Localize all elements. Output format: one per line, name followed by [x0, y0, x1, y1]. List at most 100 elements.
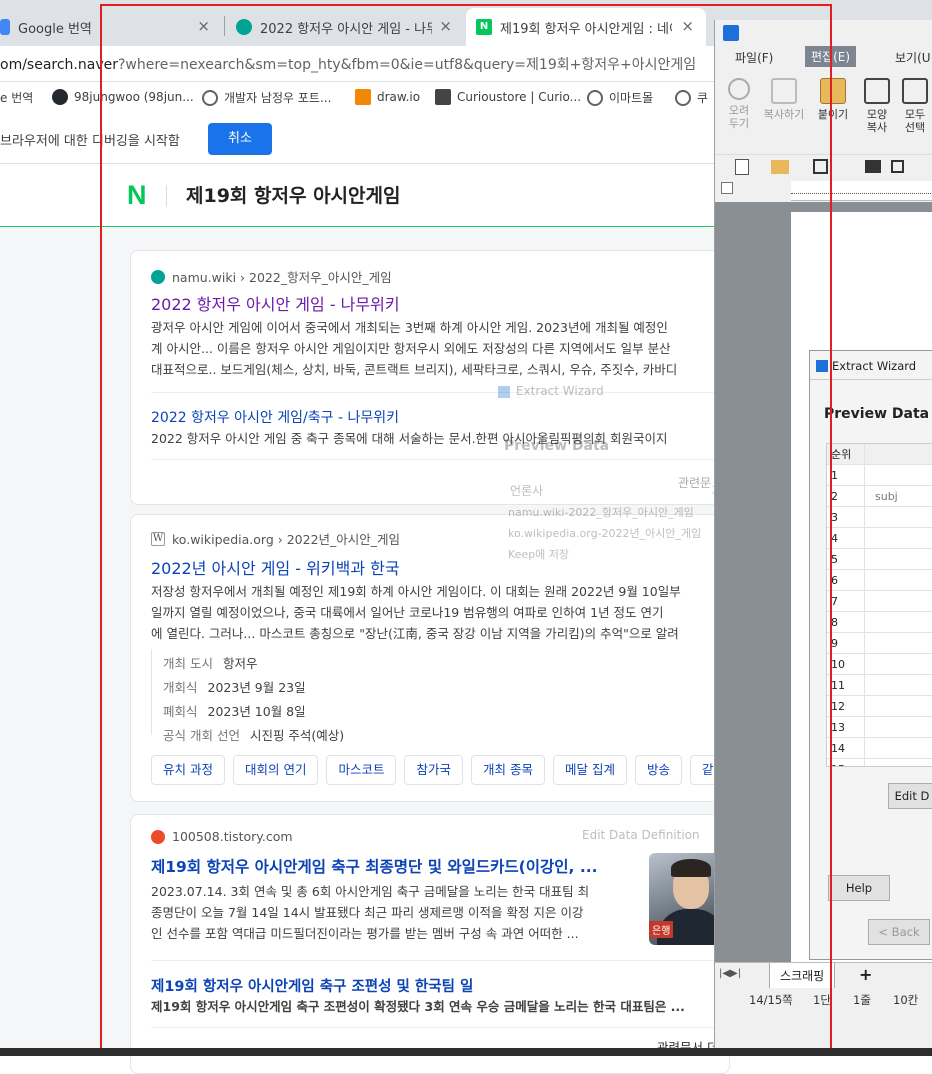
hwp-window: 파일(F) 편집(E) 보기(U 오려 두기 복사하기 붙이기 모양 복사 모두…: [714, 20, 932, 1056]
result-snippet-line: 계 아시안... 이름은 항저우 아시안 게임이지만 항저우시 외에도 저장성의…: [151, 341, 671, 356]
table-row[interactable]: 14: [827, 738, 932, 759]
chip-medal-table[interactable]: 메달 집계: [552, 755, 627, 785]
subject-cell: [865, 528, 875, 548]
table-row[interactable]: 12: [827, 696, 932, 717]
edit-definition-button[interactable]: Edit D: [888, 783, 932, 809]
subject-cell: [865, 759, 875, 766]
hwp-app-icon: [723, 25, 739, 41]
print-icon[interactable]: [865, 160, 881, 173]
copy-button[interactable]: 복사하기: [759, 78, 809, 121]
table-row[interactable]: 6: [827, 570, 932, 591]
result-snippet-line: 대표적으로.. 보드게임(체스, 상치, 바둑, 콘트랙트 브리지), 세팍타크…: [151, 362, 678, 377]
drawio-icon: [355, 89, 371, 105]
naver-logo[interactable]: N: [127, 180, 147, 211]
rank-cell: 6: [831, 570, 865, 590]
tab-google-translate[interactable]: Google 번역 ×: [0, 8, 222, 46]
close-tab-icon[interactable]: ×: [681, 17, 694, 35]
result-snippet-line: 일까지 열릴 예정이었으나, 중국 대륙에서 일어난 코로나19 범유행의 여파…: [151, 605, 664, 620]
preview-icon[interactable]: [891, 160, 904, 173]
table-row[interactable]: 9: [827, 633, 932, 654]
table-row[interactable]: 3: [827, 507, 932, 528]
result-title-link[interactable]: 제19회 항저우 아시안게임 축구 최종명단 및 와일드카드(이강인, ...: [151, 855, 631, 877]
sub-result-link[interactable]: 2022 항저우 아시안 게임/축구 - 나무위키: [151, 407, 721, 427]
back-button[interactable]: < Back: [868, 919, 930, 945]
open-folder-icon[interactable]: [771, 160, 789, 174]
google-translate-icon: [0, 19, 10, 35]
cut-button[interactable]: 오려 두기: [721, 78, 757, 130]
table-row[interactable]: 13: [827, 717, 932, 738]
thumbnail-hair: [671, 859, 711, 877]
chip-broadcast[interactable]: 방송: [634, 755, 682, 785]
menu-edit[interactable]: 편집(E): [805, 46, 857, 67]
toolbar-label: 붙이기: [817, 108, 849, 121]
table-header: 순위: [827, 444, 932, 465]
scissors-icon: [728, 78, 750, 100]
hwp-ruler[interactable]: [791, 181, 932, 201]
bookmark-drawio[interactable]: draw.io: [355, 89, 420, 105]
table-row[interactable]: 8: [827, 612, 932, 633]
tab-naver-search[interactable]: N 제19회 항저우 아시안게임 : 네이 ×: [466, 8, 706, 46]
rank-cell: 15: [831, 759, 865, 766]
table-row[interactable]: 11: [827, 675, 932, 696]
table-row[interactable]: 10: [827, 654, 932, 675]
chip-mascot[interactable]: 마스코트: [326, 755, 397, 785]
hwp-status-bar: 14/15쪽 1단 1줄 10칸: [715, 988, 932, 1036]
tab-separator: [224, 16, 225, 36]
save-icon[interactable]: [813, 159, 828, 174]
tab-namu-wiki[interactable]: 2022 항저우 아시안 게임 - 나무 ×: [236, 8, 464, 46]
search-query-title[interactable]: 제19회 항저우 아시안게임: [186, 181, 400, 208]
github-icon: [52, 89, 68, 105]
subject-cell: [865, 717, 875, 737]
menu-view[interactable]: 보기(U: [895, 49, 931, 66]
bookmark-curioustore[interactable]: Curioustore | Curio...: [435, 89, 581, 105]
table-row[interactable]: 7: [827, 591, 932, 612]
info-key: 개최 도시: [163, 656, 213, 671]
result-snippet-line: 저장성 항저우에서 개최될 예정인 제19회 하계 아시안 게임이다. 이 대회…: [151, 584, 681, 599]
rank-cell: 8: [831, 612, 865, 632]
select-all-button[interactable]: 모두 선택: [897, 78, 932, 134]
close-tab-icon[interactable]: ×: [197, 17, 210, 35]
bookmark-coupang[interactable]: 쿠: [675, 89, 708, 106]
result-source[interactable]: 100508.tistory.com: [151, 829, 293, 844]
table-row[interactable]: 1: [827, 465, 932, 486]
sheet-tab-scraping[interactable]: 스크래핑: [769, 963, 836, 989]
bookmark-emart[interactable]: 이마트몰: [587, 89, 653, 106]
bookmark-portfolio[interactable]: 개발자 남정우 포트...: [202, 89, 331, 106]
tab-scroll-arrows[interactable]: |◀▶|: [719, 968, 741, 979]
chip-bid-process[interactable]: 유치 과정: [151, 755, 225, 785]
subject-cell: [865, 738, 875, 758]
chip-postponement[interactable]: 대회의 연기: [232, 755, 319, 785]
rank-cell: 1: [831, 465, 865, 485]
preview-data-table[interactable]: 순위 12subj3456789101112131415: [826, 443, 932, 767]
result-source[interactable]: Wko.wikipedia.org › 2022년_아시안_게임: [151, 529, 400, 548]
sub-result-snippet: 제19회 항저우 아시안게임 축구 조편성이 확정됐다 3회 연속 우승 금메달…: [151, 999, 685, 1014]
naver-icon: N: [476, 19, 492, 35]
new-document-icon[interactable]: [735, 159, 749, 175]
table-row[interactable]: 2 subj: [827, 486, 932, 507]
divider: [151, 459, 721, 460]
chip-participants[interactable]: 참가국: [404, 755, 463, 785]
result-title-link[interactable]: 2022년 아시안 게임 - 위키백과 한국: [151, 555, 721, 579]
cancel-debugging-button[interactable]: 취소: [208, 123, 272, 155]
url-text[interactable]: om/search.naver?where=nexearch&sm=top_ht…: [0, 54, 714, 74]
sub-result-snippet: 2022 항저우 아시안 게임 중 축구 종목에 대해 서술하는 문서.한편 아…: [151, 431, 668, 446]
toolbar-label: 오려 두기: [728, 104, 750, 130]
result-title-link[interactable]: 2022 항저우 아시안 게임 - 나무위키: [151, 291, 721, 315]
table-row[interactable]: 15: [827, 759, 932, 766]
bookmark-translate[interactable]: e 번역: [0, 89, 33, 106]
close-tab-icon[interactable]: ×: [439, 17, 452, 35]
menu-file[interactable]: 파일(F): [735, 49, 773, 66]
globe-icon: [587, 89, 603, 106]
table-row[interactable]: 5: [827, 549, 932, 570]
paste-button[interactable]: 붙이기: [815, 78, 851, 121]
bookmark-github[interactable]: 98jungwoo (98jun...: [52, 89, 194, 105]
ruler-toggle-icon[interactable]: [721, 182, 733, 194]
add-sheet-button[interactable]: +: [859, 965, 872, 984]
sub-result-link[interactable]: 제19회 항저우 아시안게임 축구 조편성 및 한국팀 일: [151, 975, 721, 996]
subject-cell: [865, 633, 875, 653]
help-button[interactable]: Help: [828, 875, 890, 901]
result-source[interactable]: namu.wiki › 2022_항저우_아시안_게임: [151, 267, 392, 286]
chip-sports[interactable]: 개최 종목: [471, 755, 545, 785]
format-copy-button[interactable]: 모양 복사: [859, 78, 895, 134]
table-row[interactable]: 4: [827, 528, 932, 549]
